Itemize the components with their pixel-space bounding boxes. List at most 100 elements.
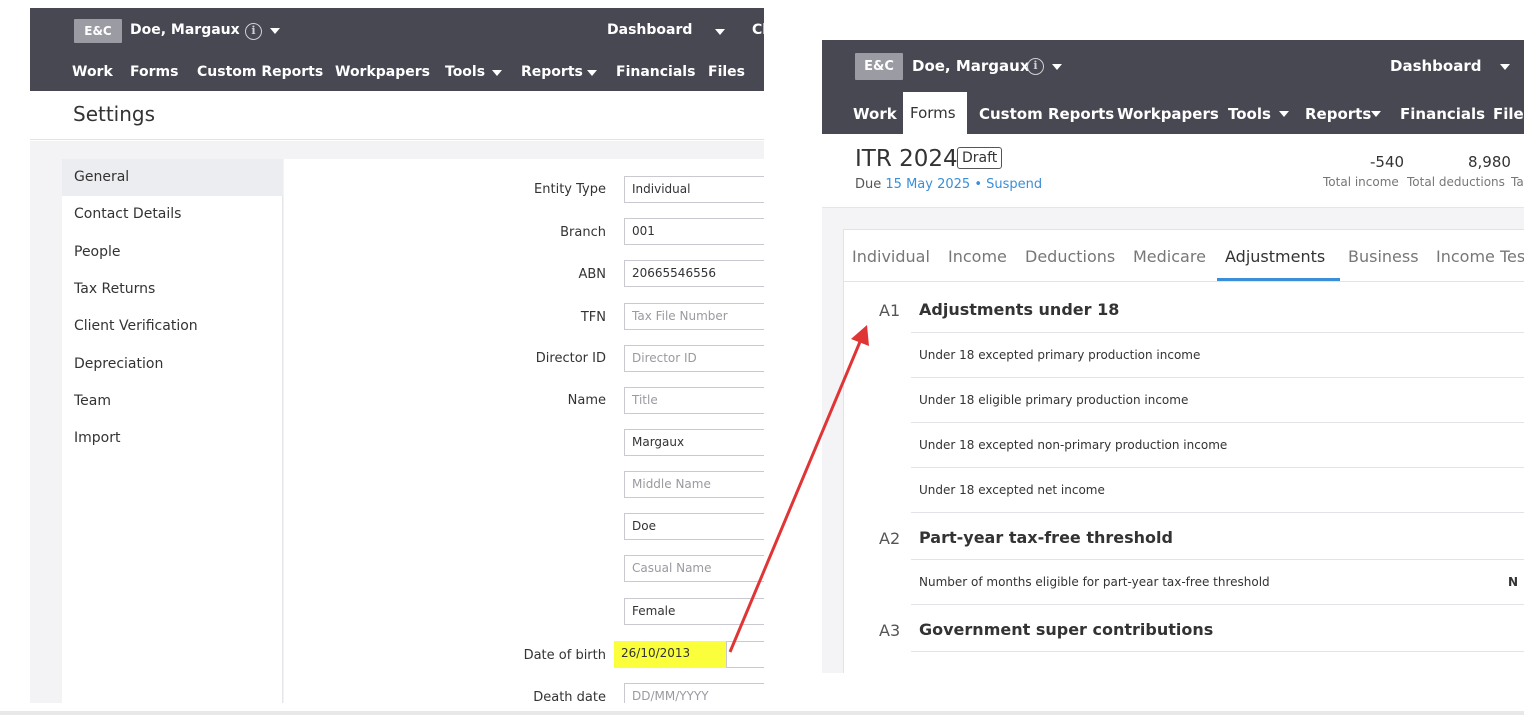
nav-reports[interactable]: Reports xyxy=(1305,105,1371,123)
question-row[interactable]: Under 18 excepted non-primary production… xyxy=(911,422,1524,467)
nav-forms[interactable]: Forms xyxy=(910,104,956,122)
branch-label: Branch xyxy=(560,225,606,240)
menu-tax-returns[interactable]: Tax Returns xyxy=(62,271,283,308)
tab-medicare[interactable]: Medicare xyxy=(1133,247,1206,266)
abn-input[interactable]: 20665546556 xyxy=(624,260,764,287)
nav-financials[interactable]: Financials xyxy=(1400,105,1485,123)
abn-label: ABN xyxy=(578,267,606,282)
top-navigation-bar: E&C Doe, Margaux i Dashboard Cl Work For… xyxy=(30,8,764,91)
settings-body: General Contact Details People Tax Retur… xyxy=(30,141,764,703)
section-number: A1 xyxy=(879,301,901,320)
branch-input[interactable]: 001 xyxy=(624,218,764,245)
settings-side-menu: General Contact Details People Tax Retur… xyxy=(62,159,283,703)
info-icon[interactable]: i xyxy=(245,23,262,40)
date-of-birth-input[interactable]: 26/10/2013 xyxy=(614,641,726,668)
menu-general[interactable]: General xyxy=(62,159,283,196)
total-income-label: Total income xyxy=(1323,175,1399,189)
due-prefix: Due xyxy=(855,177,882,192)
nav-files[interactable]: Files xyxy=(1493,105,1524,123)
tab-income[interactable]: Income xyxy=(948,247,1007,266)
nav-custom-reports[interactable]: Custom Reports xyxy=(979,105,1114,123)
page-title: Settings xyxy=(73,102,156,126)
section-title: Part-year tax-free threshold xyxy=(919,528,1173,547)
info-icon[interactable]: i xyxy=(1027,58,1044,75)
chevron-down-icon[interactable] xyxy=(715,29,725,35)
nav-work[interactable]: Work xyxy=(853,105,897,123)
client-name[interactable]: Doe, Margaux xyxy=(912,57,1030,75)
middle-name-input[interactable]: Middle Name xyxy=(624,471,764,498)
nav-forms[interactable]: Forms xyxy=(130,64,178,80)
menu-people[interactable]: People xyxy=(62,234,283,271)
entity-type-label: Entity Type xyxy=(534,182,606,197)
due-line: Due 15 May 2025 • Suspend xyxy=(855,177,1042,192)
chevron-down-icon[interactable] xyxy=(270,28,280,34)
director-id-input[interactable]: Director ID xyxy=(624,345,764,372)
org-badge[interactable]: E&C xyxy=(74,19,122,43)
nav-workpapers[interactable]: Workpapers xyxy=(1117,105,1219,123)
date-of-birth-label: Date of birth xyxy=(523,648,606,663)
nav-custom-reports[interactable]: Custom Reports xyxy=(197,64,323,80)
nav-forms-active[interactable]: Forms xyxy=(903,92,967,134)
client-name[interactable]: Doe, Margaux xyxy=(130,22,240,38)
due-separator: • xyxy=(974,177,982,192)
tfn-input[interactable]: Tax File Number xyxy=(624,303,764,330)
death-date-label: Death date xyxy=(533,690,606,703)
gender-select[interactable]: Female xyxy=(624,598,764,625)
section-divider xyxy=(911,651,1524,652)
death-date-input[interactable]: DD/MM/YYYY xyxy=(624,683,764,703)
tab-income-test[interactable]: Income Tes xyxy=(1436,247,1524,266)
question-value[interactable]: N xyxy=(1508,575,1518,589)
section-divider xyxy=(911,604,1524,605)
chevron-down-icon[interactable] xyxy=(1279,111,1289,117)
truncated-stat-label: Ta xyxy=(1511,175,1524,189)
nav-work[interactable]: Work xyxy=(72,64,113,80)
first-name-input[interactable]: Margaux xyxy=(624,429,764,456)
due-date-link[interactable]: 15 May 2025 xyxy=(885,177,970,192)
entity-type-select[interactable]: Individual xyxy=(624,176,764,203)
nav-tools[interactable]: Tools xyxy=(445,64,485,80)
nav-tools[interactable]: Tools xyxy=(1228,105,1271,123)
menu-import[interactable]: Import xyxy=(62,420,283,457)
dashboard-link[interactable]: Dashboard xyxy=(607,22,692,38)
section-title: Government super contributions xyxy=(919,620,1214,639)
org-badge[interactable]: E&C xyxy=(855,53,903,80)
casual-name-input[interactable]: Casual Name xyxy=(624,555,764,582)
question-row[interactable]: Under 18 excepted primary production inc… xyxy=(911,332,1524,377)
chevron-down-icon[interactable] xyxy=(1500,64,1510,70)
nav-workpapers[interactable]: Workpapers xyxy=(335,64,430,80)
menu-depreciation[interactable]: Depreciation xyxy=(62,346,283,383)
question-row[interactable]: Number of months eligible for part-year … xyxy=(911,559,1524,604)
menu-team[interactable]: Team xyxy=(62,383,283,420)
chevron-down-icon[interactable] xyxy=(1052,64,1062,70)
chevron-down-icon[interactable] xyxy=(492,70,502,76)
chevron-down-icon[interactable] xyxy=(587,70,597,76)
form-title: ITR 2024 xyxy=(855,146,958,172)
total-deductions-label: Total deductions xyxy=(1407,175,1505,189)
question-label: Number of months eligible for part-year … xyxy=(919,575,1270,589)
director-id-label: Director ID xyxy=(535,351,606,366)
settings-header: Settings xyxy=(30,91,764,140)
title-input[interactable]: Title xyxy=(624,387,764,414)
tab-deductions[interactable]: Deductions xyxy=(1025,247,1115,266)
cut-off-link[interactable]: Cl xyxy=(752,22,764,38)
last-name-input[interactable]: Doe xyxy=(624,513,764,540)
nav-financials[interactable]: Financials xyxy=(616,64,695,80)
tab-adjustments[interactable]: Adjustments xyxy=(1225,247,1325,266)
chevron-down-icon[interactable] xyxy=(1371,111,1381,117)
tab-individual[interactable]: Individual xyxy=(852,247,930,266)
tab-business[interactable]: Business xyxy=(1348,247,1419,266)
total-deductions-value: 8,980 xyxy=(1468,153,1511,171)
question-row[interactable]: Under 18 excepted net income xyxy=(911,467,1524,512)
form-window: E&C Doe, Margaux i Dashboard Work Forms … xyxy=(822,40,1524,673)
menu-client-verification[interactable]: Client Verification xyxy=(62,308,283,345)
suspend-link[interactable]: Suspend xyxy=(986,177,1042,192)
nav-reports[interactable]: Reports xyxy=(521,64,583,80)
settings-window: E&C Doe, Margaux i Dashboard Cl Work For… xyxy=(30,8,764,703)
question-row[interactable]: Under 18 eligible primary production inc… xyxy=(911,377,1524,422)
section-divider xyxy=(911,512,1524,513)
question-label: Under 18 excepted net income xyxy=(919,483,1105,497)
name-label: Name xyxy=(567,393,606,408)
dashboard-link[interactable]: Dashboard xyxy=(1390,57,1481,75)
menu-contact-details[interactable]: Contact Details xyxy=(62,196,283,233)
nav-files[interactable]: Files xyxy=(708,64,745,80)
